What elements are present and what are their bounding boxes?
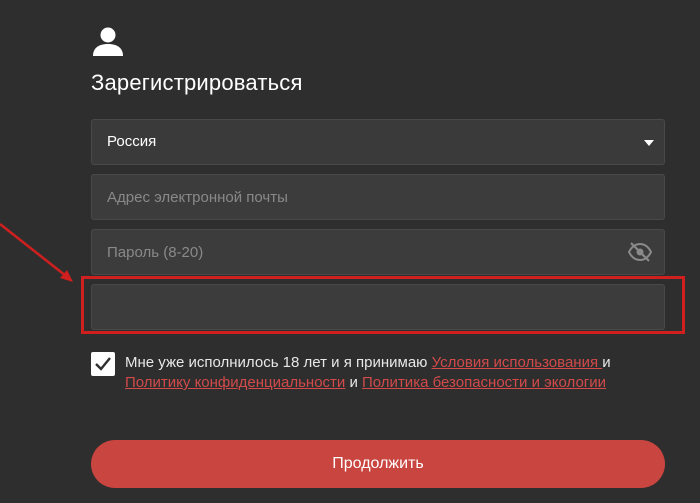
user-icon bbox=[92, 27, 124, 57]
agreement-and-2: и bbox=[345, 374, 363, 391]
agreement-and-1: и bbox=[602, 354, 611, 371]
country-select-value: Россия bbox=[107, 133, 157, 150]
email-placeholder: Адрес электронной почты bbox=[107, 189, 288, 206]
agreement-text: Мне уже исполнилось 18 лет и я принимаю … bbox=[125, 353, 675, 393]
email-field[interactable]: Адрес электронной почты bbox=[91, 174, 665, 220]
agreement-checkbox[interactable] bbox=[91, 352, 115, 376]
terms-link[interactable]: Условия использования bbox=[432, 354, 603, 371]
page-title: Зарегистрироваться bbox=[91, 70, 303, 95]
highlight-box bbox=[81, 276, 685, 334]
arrow-annotation bbox=[0, 223, 73, 282]
password-field[interactable]: Пароль (8-20) bbox=[91, 229, 665, 275]
privacy-link[interactable]: Политику конфиденциальности bbox=[125, 374, 345, 391]
chevron-down-icon bbox=[644, 140, 654, 146]
safety-link[interactable]: Политика безопасности и экологии bbox=[362, 374, 606, 391]
eye-slash-icon[interactable] bbox=[627, 241, 653, 263]
checkmark-icon bbox=[95, 357, 111, 371]
agreement-text-before: Мне уже исполнилось 18 лет и я принимаю bbox=[125, 354, 432, 371]
password-placeholder: Пароль (8-20) bbox=[107, 244, 204, 261]
country-select[interactable]: Россия bbox=[91, 119, 665, 165]
continue-button[interactable]: Продолжить bbox=[91, 440, 665, 488]
